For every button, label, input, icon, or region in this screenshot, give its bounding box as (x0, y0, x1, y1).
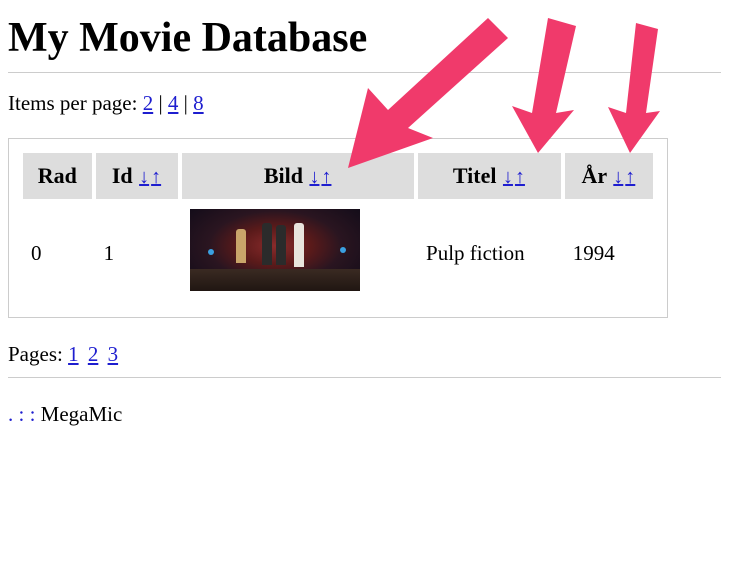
col-id: Id ↓↑ (96, 153, 179, 199)
items-per-page-4[interactable]: 4 (168, 91, 179, 115)
divider-bottom (8, 377, 721, 378)
movie-table: Rad Id ↓↑ Bild ↓↑ Titel ↓↑ Å (19, 149, 657, 307)
sort-desc-id[interactable]: ↓ (138, 166, 150, 188)
page-title: My Movie Database (8, 14, 721, 62)
col-label: Bild (264, 163, 303, 188)
cell-rad: 0 (23, 203, 92, 303)
col-ar: År ↓↑ (565, 153, 653, 199)
divider-top (8, 72, 721, 73)
items-per-page-2[interactable]: 2 (143, 91, 154, 115)
sort-desc-ar[interactable]: ↓ (612, 166, 624, 188)
col-label: Id (112, 163, 133, 188)
movie-thumbnail[interactable] (190, 209, 360, 291)
cell-titel: Pulp fiction (418, 203, 561, 303)
col-label: Titel (453, 163, 497, 188)
movie-table-container: Rad Id ↓↑ Bild ↓↑ Titel ↓↑ Å (8, 138, 668, 318)
page-link-3[interactable]: 3 (108, 342, 119, 366)
sort-asc-bild[interactable]: ↑ (320, 166, 332, 188)
sort-desc-titel[interactable]: ↓ (502, 166, 514, 188)
footer-prefix: . : : (8, 402, 41, 426)
page-link-1[interactable]: 1 (68, 342, 79, 366)
items-per-page-8[interactable]: 8 (193, 91, 204, 115)
table-header-row: Rad Id ↓↑ Bild ↓↑ Titel ↓↑ Å (23, 153, 653, 199)
col-bild: Bild ↓↑ (182, 153, 414, 199)
cell-bild (182, 203, 414, 303)
sort-desc-bild[interactable]: ↓ (308, 166, 320, 188)
items-per-page: Items per page: 2 | 4 | 8 (8, 91, 721, 116)
pagination: Pages: 1 2 3 (8, 342, 721, 367)
col-label: Rad (38, 163, 77, 188)
separator: | (184, 91, 193, 115)
sort-asc-titel[interactable]: ↑ (514, 166, 526, 188)
footer-credit: MegaMic (41, 402, 123, 426)
sort-asc-ar[interactable]: ↑ (624, 166, 636, 188)
sort-asc-id[interactable]: ↑ (150, 166, 162, 188)
col-titel: Titel ↓↑ (418, 153, 561, 199)
separator: | (158, 91, 167, 115)
footer: . : : MegaMic (8, 402, 721, 427)
cell-ar: 1994 (565, 203, 653, 303)
cell-id: 1 (96, 203, 179, 303)
table-row: 0 1 Pulp fiction (23, 203, 653, 303)
pagination-label: Pages: (8, 342, 63, 366)
col-label: År (582, 163, 607, 188)
col-rad: Rad (23, 153, 92, 199)
items-per-page-label: Items per page: (8, 91, 137, 115)
page-link-2[interactable]: 2 (88, 342, 99, 366)
